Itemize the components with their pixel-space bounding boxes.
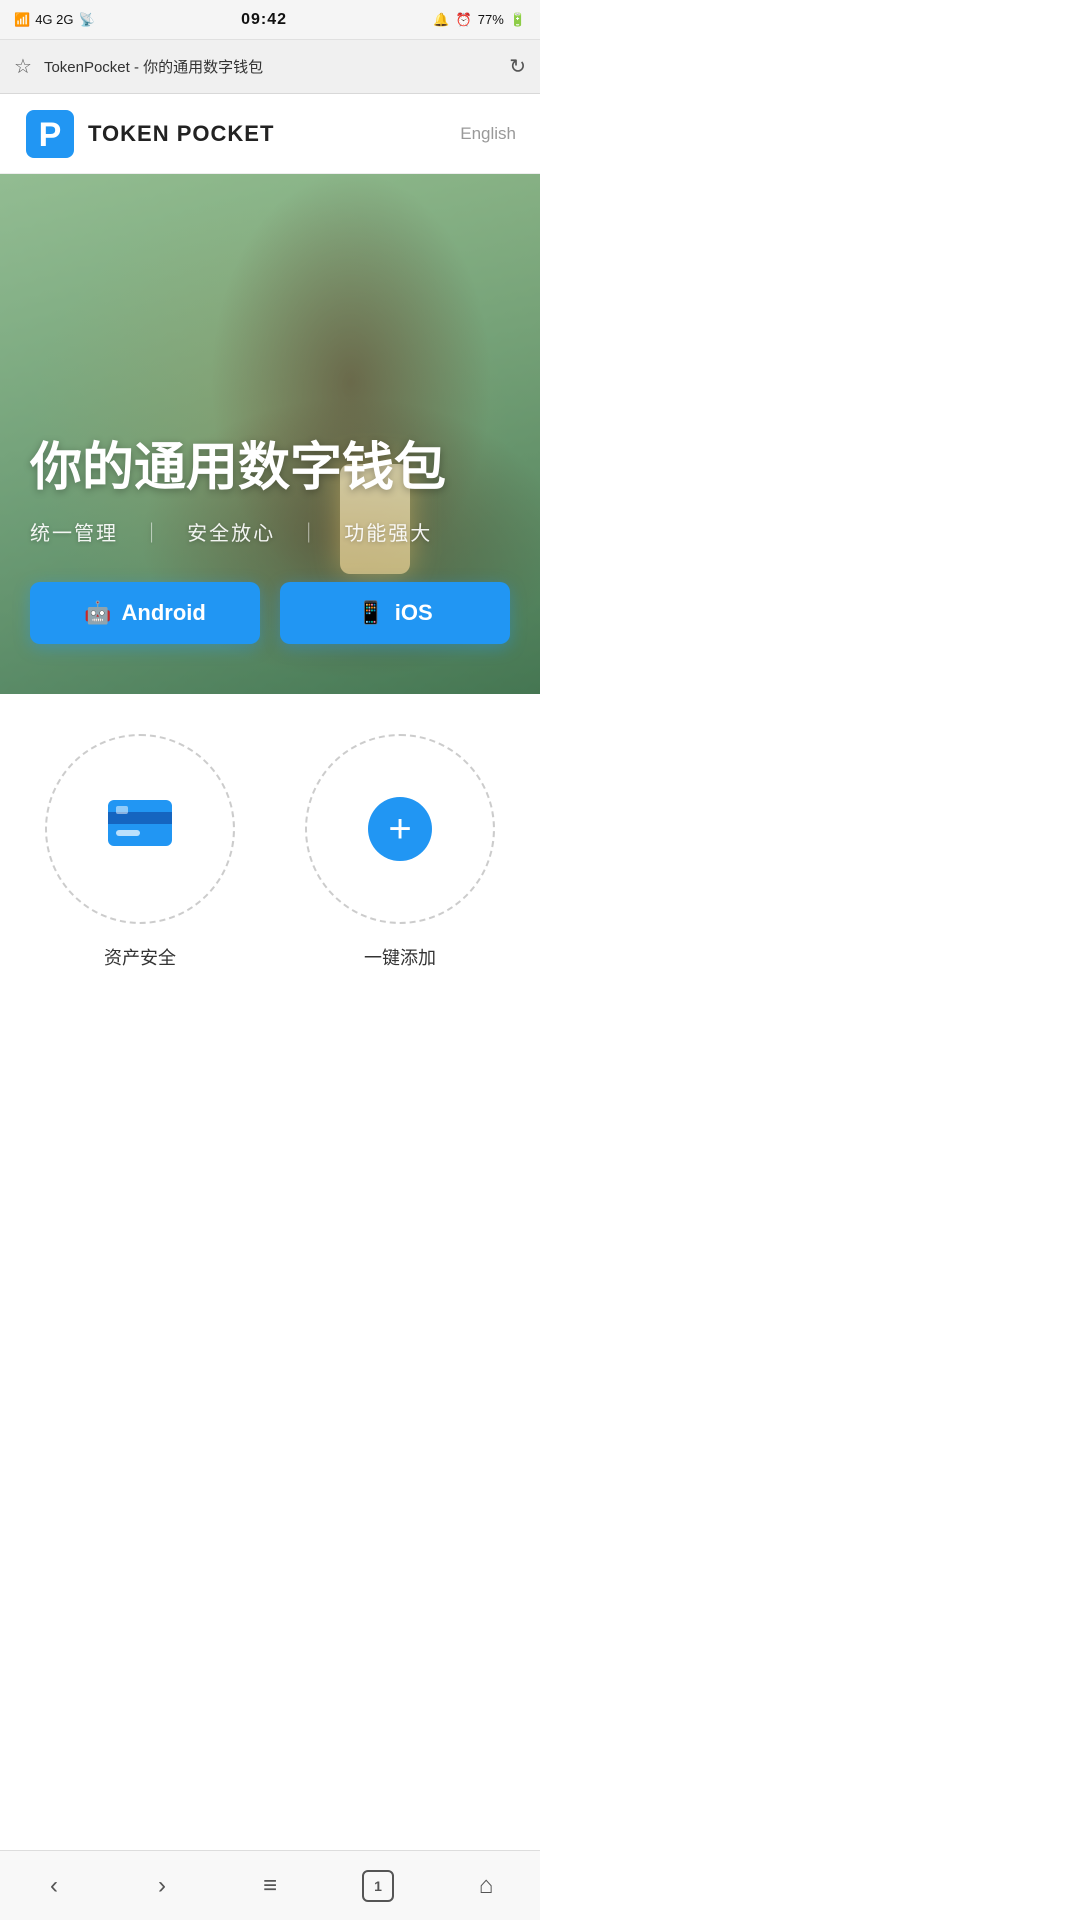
feature-2-label: 一键添加 (364, 944, 436, 970)
site-header: P TOKEN POCKET English (0, 94, 540, 174)
browser-bar: ☆ TokenPocket - 你的通用数字钱包 ↻ (0, 40, 540, 94)
alarm-icon: ⏰ (456, 12, 472, 28)
logo-area: P TOKEN POCKET (24, 108, 274, 160)
menu-button[interactable]: ≡ (216, 1851, 324, 1920)
android-label: Android (122, 600, 206, 626)
status-right: 🔔 ⏰ 77% 🔋 (433, 12, 526, 28)
bell-icon: 🔔 (433, 12, 449, 28)
feature-circle-1 (45, 734, 235, 924)
menu-icon: ≡ (263, 1872, 277, 1900)
feature-one-click-add: + 一键添加 (280, 734, 520, 970)
browser-title: TokenPocket - 你的通用数字钱包 (44, 56, 497, 77)
status-time: 09:42 (241, 11, 287, 29)
hero-section: 你的通用数字钱包 统一管理 ｜ 安全放心 ｜ 功能强大 🤖 Android 📱 … (0, 174, 540, 694)
back-icon: ‹ (50, 1872, 58, 1900)
hero-content: 你的通用数字钱包 统一管理 ｜ 安全放心 ｜ 功能强大 🤖 Android 📱 … (0, 439, 540, 644)
ios-label: iOS (395, 600, 433, 626)
wifi-icon: 📡 (78, 12, 94, 28)
tab-count: 1 (362, 1870, 394, 1902)
status-left: 📶 4G 2G 📡 (14, 12, 95, 28)
plus-icon: + (368, 797, 432, 861)
separator-1: ｜ (142, 523, 164, 545)
home-icon: ⌂ (479, 1872, 494, 1900)
back-button[interactable]: ‹ (0, 1851, 108, 1920)
hero-subtitle: 统一管理 ｜ 安全放心 ｜ 功能强大 (30, 517, 510, 546)
logo-text: TOKEN POCKET (88, 121, 274, 147)
refresh-icon[interactable]: ↻ (509, 54, 526, 79)
android-icon: 🤖 (84, 600, 111, 626)
status-bar: 📶 4G 2G 📡 09:42 🔔 ⏰ 77% 🔋 (0, 0, 540, 40)
bookmark-icon[interactable]: ☆ (14, 54, 32, 79)
ios-icon: 📱 (357, 600, 384, 626)
tabs-button[interactable]: 1 (324, 1851, 432, 1920)
card-icon (108, 799, 172, 859)
feature-circle-2: + (305, 734, 495, 924)
feature-1: 统一管理 (30, 523, 118, 545)
bottom-navigation: ‹ › ≡ 1 ⌂ (0, 1850, 540, 1920)
feature-2: 安全放心 (187, 523, 275, 545)
logo-icon: P (24, 108, 76, 160)
feature-asset-security: 资产安全 (20, 734, 260, 970)
signal-text: 4G 2G (35, 12, 73, 27)
forward-button[interactable]: › (108, 1851, 216, 1920)
battery-text: 77% (478, 12, 504, 27)
feature-3: 功能强大 (344, 523, 432, 545)
ios-download-button[interactable]: 📱 iOS (280, 582, 510, 644)
home-button[interactable]: ⌂ (432, 1851, 540, 1920)
language-button[interactable]: English (460, 124, 516, 144)
android-download-button[interactable]: 🤖 Android (30, 582, 260, 644)
separator-2: ｜ (299, 523, 321, 545)
signal-icon: 📶 (14, 12, 30, 28)
forward-icon: › (158, 1872, 166, 1900)
hero-title: 你的通用数字钱包 (30, 439, 510, 499)
feature-1-label: 资产安全 (104, 944, 176, 970)
hero-buttons: 🤖 Android 📱 iOS (30, 582, 510, 644)
features-section: 资产安全 + 一键添加 (0, 694, 540, 990)
svg-text:P: P (39, 116, 62, 154)
battery-icon: 🔋 (510, 12, 526, 28)
